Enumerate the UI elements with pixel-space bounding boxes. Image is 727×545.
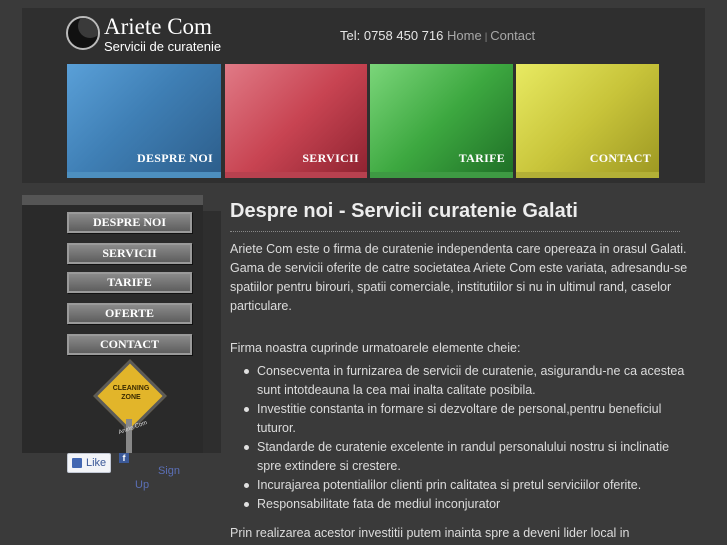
banner-despre-noi[interactable]: DESPRE NOI (67, 64, 221, 178)
logo[interactable]: Ariete Com Servicii de curatenie (66, 10, 266, 58)
sidebar: DESPRE NOI SERVICII TARIFE OFERTE CONTAC… (22, 195, 221, 453)
banner-label: SERVICII (302, 151, 359, 165)
sign-pole (126, 419, 132, 453)
list-item: Responsabilitate fata de mediul inconjur… (244, 495, 690, 514)
banner-foot (516, 172, 659, 178)
title-divider (230, 231, 680, 232)
banner-contact[interactable]: CONTACT (516, 64, 659, 178)
banner-row: DESPRE NOI SERVICII TARIFE CONTACT (67, 64, 659, 178)
contact-link[interactable]: Contact (490, 28, 535, 43)
nav-servicii-button[interactable]: SERVICII (67, 243, 192, 264)
brand-name: Ariete Com (104, 14, 212, 39)
nav-contact-button[interactable]: CONTACT (67, 334, 192, 355)
closing-paragraph: Prin realizarea acestor investitii putem… (230, 526, 630, 540)
intro-paragraph: Ariete Com este o firma de curatenie ind… (230, 242, 688, 313)
social-widget: Like f Sign Up (67, 453, 217, 493)
nav-tarife-button[interactable]: TARIFE (67, 272, 192, 293)
nav-despre-noi-button[interactable]: DESPRE NOI (67, 212, 192, 233)
logo-icon (66, 16, 100, 50)
list-item: Standarde de curatenie excelente in rand… (244, 438, 690, 476)
key-elements-list: Consecventa in furnizarea de servicii de… (244, 362, 690, 514)
signup-link[interactable]: Sign Up (135, 464, 185, 492)
sidebar-top-strip (22, 195, 203, 205)
phone-number: Tel: 0758 450 716 (340, 28, 444, 43)
link-separator: | (484, 32, 488, 43)
elements-intro: Firma noastra cuprinde urmatoarele eleme… (230, 341, 521, 355)
banner-foot (67, 172, 221, 178)
sidebar-divider (203, 211, 221, 453)
list-item: Consecventa in furnizarea de servicii de… (244, 362, 690, 400)
banner-servicii[interactable]: SERVICII (225, 64, 367, 178)
banner-foot (225, 172, 367, 178)
facebook-like-button[interactable]: Like (67, 453, 111, 473)
badge-text: CLEANING ZONE (112, 385, 150, 401)
main-content: Despre noi - Servicii curatenie Galati A… (230, 200, 690, 543)
nav-oferte-button[interactable]: OFERTE (67, 303, 192, 324)
home-link[interactable]: Home (447, 28, 482, 43)
banner-tarife[interactable]: TARIFE (370, 64, 513, 178)
list-item: Investitie constanta in formare si dezvo… (244, 400, 690, 438)
banner-label: CONTACT (589, 151, 651, 165)
banner-label: DESPRE NOI (136, 151, 213, 165)
banner-label: TARIFE (458, 151, 505, 165)
signup-line1: Sign (157, 465, 180, 477)
page-title: Despre noi - Servicii curatenie Galati (230, 200, 578, 222)
signup-line2: Up (135, 479, 150, 491)
header: Ariete Com Servicii de curatenie Tel: 07… (22, 8, 705, 183)
facebook-icon[interactable]: f (119, 453, 129, 463)
list-item: Incurajarea potentialilor clienti prin c… (244, 476, 690, 495)
top-links: Tel: 0758 450 716 Home | Contact (340, 28, 535, 43)
brand-tagline: Servicii de curatenie (104, 39, 222, 54)
banner-foot (370, 172, 513, 178)
